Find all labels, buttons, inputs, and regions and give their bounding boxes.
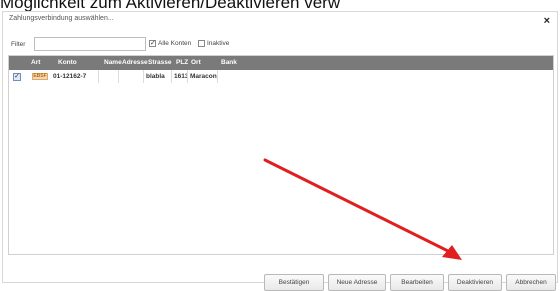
bestaetigen-button[interactable]: Bestätigen xyxy=(264,274,324,291)
deaktivieren-button[interactable]: Deaktivieren xyxy=(448,274,502,291)
column-header-konto[interactable]: Konto xyxy=(58,56,77,70)
column-header-adresse[interactable]: Adresse xyxy=(122,56,148,70)
filter-input[interactable] xyxy=(34,37,146,51)
cell-plz: 1613 xyxy=(172,70,188,83)
dialog-window: Zahlungsverbindung auswählen... × Filter… xyxy=(2,11,558,291)
inaktive-checkbox[interactable]: Inaktive xyxy=(198,40,229,47)
bearbeiten-button[interactable]: Bearbeiten xyxy=(390,274,444,291)
neue-adresse-button[interactable]: Neue Adresse xyxy=(328,274,386,291)
cell-adresse xyxy=(119,70,144,83)
account-table: Art Konto Name Adresse Strasse PLZ Ort B… xyxy=(8,55,554,255)
filter-label: Filter xyxy=(11,41,26,48)
close-icon[interactable]: × xyxy=(544,16,550,27)
column-header-plz[interactable]: PLZ xyxy=(176,56,188,70)
row-checkbox-icon[interactable]: ✓ xyxy=(13,73,21,81)
column-header-strasse[interactable]: Strasse xyxy=(148,56,172,70)
checkbox-unchecked-icon xyxy=(198,40,205,47)
table-row[interactable]: ✓ EBSF 01-12162-7 blabla 1613 Maracon xyxy=(9,70,289,83)
checkbox-checked-icon: ✓ xyxy=(149,40,156,47)
column-header-name[interactable]: Name xyxy=(104,56,122,70)
cell-ort: Maracon xyxy=(188,70,218,83)
inaktive-label: Inaktive xyxy=(207,40,230,47)
alle-konten-checkbox[interactable]: ✓ Alle Konten xyxy=(149,40,191,47)
table-header: Art Konto Name Adresse Strasse PLZ Ort B… xyxy=(9,56,553,70)
column-header-ort[interactable]: Ort xyxy=(191,56,201,70)
dialog-title: Zahlungsverbindung auswählen... xyxy=(9,15,114,22)
column-header-art[interactable]: Art xyxy=(31,56,40,70)
column-header-bank[interactable]: Bank xyxy=(221,56,237,70)
cell-strasse: blabla xyxy=(144,70,172,83)
alle-konten-label: Alle Konten xyxy=(158,40,192,47)
art-type-icon: EBSF xyxy=(32,73,48,80)
cell-konto: 01-12162-7 xyxy=(51,70,99,83)
cell-name xyxy=(99,70,119,83)
abbrechen-button[interactable]: Abbrechen xyxy=(506,274,556,291)
